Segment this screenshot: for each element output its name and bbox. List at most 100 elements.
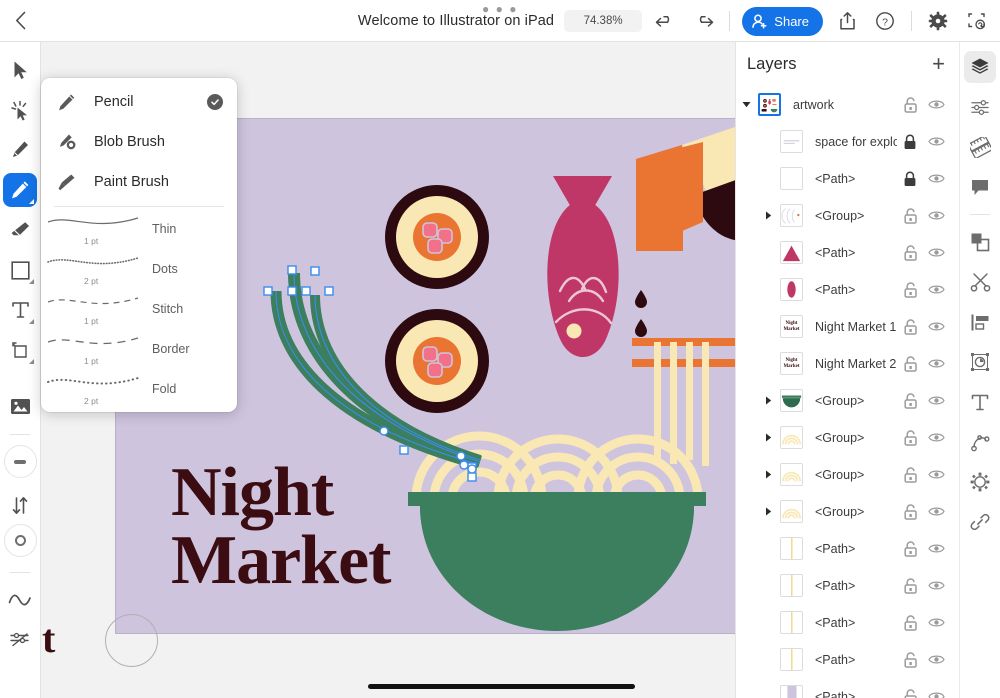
padlock-icon[interactable] — [897, 467, 923, 483]
disclosure-triangle-icon[interactable] — [758, 433, 778, 442]
padlock-icon[interactable] — [897, 282, 923, 298]
eye-visibility-icon[interactable] — [923, 246, 949, 259]
eye-visibility-icon[interactable] — [923, 431, 949, 444]
zoom-level[interactable]: 74.38% — [564, 10, 642, 32]
padlock-icon[interactable] — [897, 171, 923, 187]
disclosure-triangle-icon[interactable] — [758, 507, 778, 516]
add-layer-button[interactable]: + — [932, 55, 945, 73]
layer-row[interactable]: <Group> — [736, 197, 959, 234]
padlock-icon[interactable] — [897, 430, 923, 446]
stroke-preset-fold[interactable]: 2 pt Fold — [41, 369, 237, 409]
disclosure-triangle-icon[interactable] — [758, 211, 778, 220]
disclosure-triangle-icon[interactable] — [758, 470, 778, 479]
fill-color-swatch[interactable] — [4, 445, 37, 478]
eye-visibility-icon[interactable] — [923, 357, 949, 370]
path-edit-panel[interactable] — [964, 426, 996, 458]
transform-tool[interactable] — [3, 333, 37, 367]
type-tool[interactable] — [3, 293, 37, 327]
stroke-preset-stitch[interactable]: 1 pt Stitch — [41, 289, 237, 329]
pencil-tool[interactable] — [3, 173, 37, 207]
eye-visibility-icon[interactable] — [923, 283, 949, 296]
layer-row[interactable]: artwork — [736, 86, 959, 123]
undo-button[interactable] — [647, 3, 683, 39]
cut-tool[interactable] — [964, 266, 996, 298]
layers-panel-toggle[interactable] — [964, 51, 996, 83]
layer-row[interactable]: <Path> — [736, 234, 959, 271]
eraser-tool[interactable] — [3, 213, 37, 247]
padlock-icon[interactable] — [897, 319, 923, 335]
layer-row[interactable]: space for exploring — [736, 123, 959, 160]
eye-visibility-icon[interactable] — [923, 579, 949, 592]
share-button[interactable]: Share — [742, 7, 823, 36]
padlock-icon[interactable] — [897, 689, 923, 698]
padlock-icon[interactable] — [897, 356, 923, 372]
eye-visibility-icon[interactable] — [923, 135, 949, 148]
help-button[interactable]: ? — [867, 3, 903, 39]
disclosure-triangle-icon[interactable] — [736, 100, 756, 109]
layer-row[interactable]: <Path> — [736, 604, 959, 641]
type-panel[interactable] — [964, 386, 996, 418]
tool-mode-paint-brush[interactable]: Paint Brush — [41, 162, 237, 202]
layer-row[interactable]: NightMarketNight Market 2 — [736, 345, 959, 382]
padlock-icon[interactable] — [897, 504, 923, 520]
duplicate-tool[interactable] — [964, 226, 996, 258]
disclosure-triangle-icon[interactable] — [758, 396, 778, 405]
stroke-preset-thin[interactable]: 1 pt Thin — [41, 209, 237, 249]
redo-button[interactable] — [685, 3, 721, 39]
eye-visibility-icon[interactable] — [923, 542, 949, 555]
settings-button[interactable] — [920, 3, 956, 39]
eye-visibility-icon[interactable] — [923, 98, 949, 111]
layer-row[interactable]: <Path> — [736, 678, 959, 698]
padlock-icon[interactable] — [897, 393, 923, 409]
align-tool[interactable] — [964, 306, 996, 338]
padlock-icon[interactable] — [897, 134, 923, 150]
eye-visibility-icon[interactable] — [923, 690, 949, 698]
tool-mode-blob-brush[interactable]: Blob Brush — [41, 122, 237, 162]
panel-drag-handle[interactable]: ● ● ● — [482, 6, 518, 12]
padlock-icon[interactable] — [897, 97, 923, 113]
layers-list[interactable]: artwork space for exploring <Path> — [736, 80, 959, 698]
padlock-icon[interactable] — [897, 652, 923, 668]
effects-panel[interactable] — [964, 466, 996, 498]
padlock-icon[interactable] — [897, 245, 923, 261]
layer-row[interactable]: <Path> — [736, 160, 959, 197]
pen-tool[interactable] — [3, 133, 37, 167]
properties-panel-toggle[interactable] — [964, 91, 996, 123]
stroke-color-swatch[interactable] — [4, 524, 37, 557]
eye-visibility-icon[interactable] — [923, 209, 949, 222]
back-button[interactable] — [0, 0, 40, 42]
direct-selection-tool[interactable] — [3, 93, 37, 127]
curvature-tool[interactable] — [3, 583, 37, 617]
tool-mode-pencil[interactable]: Pencil — [41, 82, 237, 122]
link-panel[interactable] — [964, 506, 996, 538]
tool-properties-button[interactable] — [3, 623, 37, 657]
eye-visibility-icon[interactable] — [923, 320, 949, 333]
image-tool[interactable] — [3, 389, 37, 423]
layer-row[interactable]: <Path> — [736, 530, 959, 567]
layer-row[interactable]: <Group> — [736, 419, 959, 456]
padlock-icon[interactable] — [897, 208, 923, 224]
layer-row[interactable]: <Path> — [736, 271, 959, 308]
selection-tool[interactable] — [3, 53, 37, 87]
padlock-icon[interactable] — [897, 578, 923, 594]
eye-visibility-icon[interactable] — [923, 505, 949, 518]
padlock-icon[interactable] — [897, 615, 923, 631]
eye-visibility-icon[interactable] — [923, 616, 949, 629]
eye-visibility-icon[interactable] — [923, 468, 949, 481]
export-button[interactable] — [829, 3, 865, 39]
layer-row[interactable]: <Group> — [736, 456, 959, 493]
layer-row[interactable]: <Path> — [736, 641, 959, 678]
layer-row[interactable]: <Group> — [736, 382, 959, 419]
transform-panel[interactable] — [964, 346, 996, 378]
eye-visibility-icon[interactable] — [923, 394, 949, 407]
stroke-preset-dots[interactable]: 2 pt Dots — [41, 249, 237, 289]
ruler-grid-toggle[interactable] — [964, 131, 996, 163]
stroke-preset-border[interactable]: 1 pt Border — [41, 329, 237, 369]
eye-visibility-icon[interactable] — [923, 653, 949, 666]
eye-visibility-icon[interactable] — [923, 172, 949, 185]
layer-row[interactable]: <Group> — [736, 493, 959, 530]
padlock-icon[interactable] — [897, 541, 923, 557]
shape-tool[interactable] — [3, 253, 37, 287]
swap-fill-stroke-button[interactable] — [3, 488, 37, 522]
layer-row[interactable]: <Path> — [736, 567, 959, 604]
